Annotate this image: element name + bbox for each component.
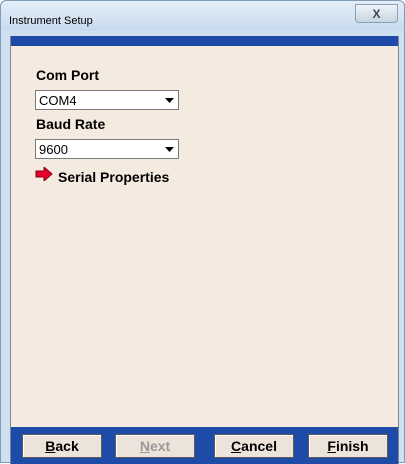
serial-properties-link[interactable]: Serial Properties: [35, 165, 170, 186]
next-label-rest: ext: [149, 438, 171, 454]
header-band: [11, 36, 398, 46]
back-mnemonic: B: [45, 438, 56, 454]
cancel-label-rest: ancel: [241, 438, 277, 454]
button-bar: Back Next Cancel Finish: [11, 427, 398, 464]
next-mnemonic: N: [139, 438, 150, 454]
baud-rate-label: Baud Rate: [36, 116, 106, 132]
baud-rate-value: 9600: [39, 142, 68, 157]
com-port-label: Com Port: [36, 67, 99, 83]
baud-rate-select[interactable]: 9600: [35, 139, 179, 159]
finish-button[interactable]: Finish: [308, 434, 388, 458]
window-title: Instrument Setup: [9, 15, 93, 27]
com-port-value: COM4: [39, 93, 77, 108]
next-button[interactable]: Next: [115, 434, 195, 458]
close-icon: X: [372, 6, 381, 21]
com-port-select[interactable]: COM4: [35, 90, 179, 110]
red-arrow-icon: [35, 165, 53, 186]
instrument-setup-window: Instrument Setup X Com Port COM4 Baud Ra…: [0, 0, 405, 464]
chevron-down-icon[interactable]: [160, 140, 178, 158]
cancel-button[interactable]: Cancel: [214, 434, 294, 458]
client-area: Com Port COM4 Baud Rate 9600 Serial Prop…: [10, 36, 399, 464]
serial-properties-label: Serial Properties: [58, 168, 170, 185]
chevron-down-icon[interactable]: [160, 91, 178, 109]
finish-mnemonic: F: [327, 438, 336, 454]
back-label-rest: ack: [55, 438, 79, 454]
back-button[interactable]: Back: [22, 434, 102, 458]
close-button[interactable]: X: [355, 4, 398, 23]
title-bar[interactable]: Instrument Setup X: [1, 1, 404, 31]
finish-label-rest: inish: [335, 438, 369, 454]
cancel-mnemonic: C: [231, 438, 242, 454]
